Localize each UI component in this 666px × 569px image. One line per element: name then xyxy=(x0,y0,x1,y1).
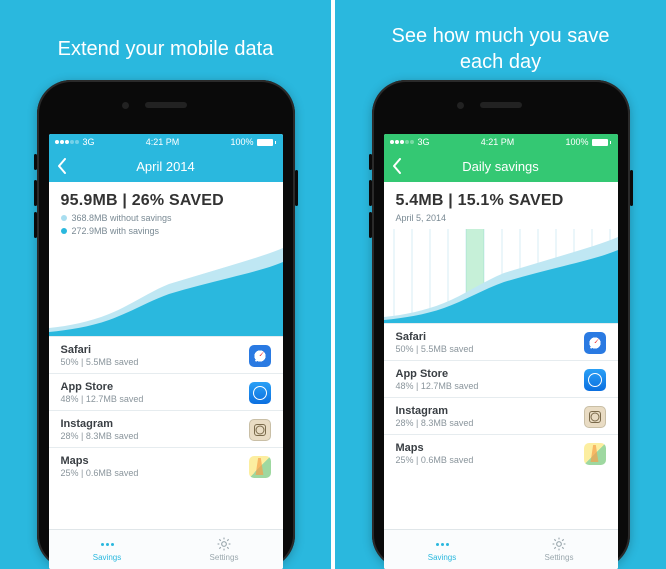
stats-block: 5.4MB | 15.1% SAVED April 5, 2014 xyxy=(384,182,618,229)
gear-icon xyxy=(550,537,568,551)
carrier-label: 3G xyxy=(83,137,95,147)
phone-frame: 3G 4:21 PM 100% Daily savings 5.4MB | 15… xyxy=(372,80,630,569)
appstore-icon xyxy=(249,382,271,404)
app-name: App Store xyxy=(396,368,479,380)
phone-screen: 3G 4:21 PM 100% April 2014 95.9MB | 26% … xyxy=(49,134,283,569)
stats-block: 95.9MB | 26% SAVED 368.8MB without savin… xyxy=(49,182,283,242)
app-name: Maps xyxy=(396,442,474,454)
app-name: Safari xyxy=(61,344,139,356)
signal-dots-icon xyxy=(55,140,79,144)
tab-settings[interactable]: Settings xyxy=(501,530,618,569)
savings-icon xyxy=(98,537,116,551)
signal-dots-icon xyxy=(390,140,414,144)
legend-with: 272.9MB with savings xyxy=(61,226,271,236)
phone-screen: 3G 4:21 PM 100% Daily savings 5.4MB | 15… xyxy=(384,134,618,569)
app-row[interactable]: Maps25% | 0.6MB saved xyxy=(49,447,283,484)
app-sub: 28% | 8.3MB saved xyxy=(61,431,139,441)
daily-chart[interactable] xyxy=(384,229,618,323)
phone-frame: 3G 4:21 PM 100% April 2014 95.9MB | 26% … xyxy=(37,80,295,569)
app-name: Instagram xyxy=(61,418,139,430)
battery-pct: 100% xyxy=(230,137,253,147)
app-sub: 48% | 12.7MB saved xyxy=(61,394,144,404)
date-label: April 5, 2014 xyxy=(396,213,606,223)
promo-panel-left: Extend your mobile data 3G 4:21 PM 100% xyxy=(0,0,331,569)
tab-bar: Savings Settings xyxy=(384,529,618,569)
app-name: Maps xyxy=(61,455,139,467)
carrier-label: 3G xyxy=(418,137,430,147)
app-sub: 28% | 8.3MB saved xyxy=(396,418,474,428)
tab-bar: Savings Settings xyxy=(49,529,283,569)
app-sub: 48% | 12.7MB saved xyxy=(396,381,479,391)
app-name: Safari xyxy=(396,331,474,343)
app-row[interactable]: Instagram28% | 8.3MB saved xyxy=(384,397,618,434)
safari-icon xyxy=(584,332,606,354)
app-name: Instagram xyxy=(396,405,474,417)
safari-icon xyxy=(249,345,271,367)
promo-title: See how much you save each day xyxy=(392,22,610,76)
headline: 5.4MB | 15.1% SAVED xyxy=(396,192,606,210)
instagram-icon xyxy=(249,419,271,441)
app-row[interactable]: Safari50% | 5.5MB saved xyxy=(49,336,283,373)
screen-header: Daily savings xyxy=(384,150,618,182)
app-row[interactable]: App Store48% | 12.7MB saved xyxy=(49,373,283,410)
tab-savings[interactable]: Savings xyxy=(49,530,166,569)
headline: 95.9MB | 26% SAVED xyxy=(61,192,271,210)
app-sub: 25% | 0.6MB saved xyxy=(396,455,474,465)
app-row[interactable]: Instagram28% | 8.3MB saved xyxy=(49,410,283,447)
clock: 4:21 PM xyxy=(481,137,515,147)
legend-dot-dark-icon xyxy=(61,228,67,234)
maps-icon xyxy=(249,456,271,478)
battery-icon xyxy=(257,139,276,146)
screen-header: April 2014 xyxy=(49,150,283,182)
clock: 4:21 PM xyxy=(146,137,180,147)
instagram-icon xyxy=(584,406,606,428)
app-sub: 50% | 5.5MB saved xyxy=(396,344,474,354)
header-title: April 2014 xyxy=(136,159,195,174)
tab-savings[interactable]: Savings xyxy=(384,530,501,569)
legend-without: 368.8MB without savings xyxy=(61,213,271,223)
back-button[interactable] xyxy=(57,158,67,174)
promo-panel-right: See how much you save each day 3G 4:21 P… xyxy=(331,0,666,569)
tab-settings[interactable]: Settings xyxy=(166,530,283,569)
app-row[interactable]: Safari50% | 5.5MB saved xyxy=(384,323,618,360)
status-bar: 3G 4:21 PM 100% xyxy=(49,134,283,150)
maps-icon xyxy=(584,443,606,465)
app-sub: 25% | 0.6MB saved xyxy=(61,468,139,478)
app-row[interactable]: App Store48% | 12.7MB saved xyxy=(384,360,618,397)
header-title: Daily savings xyxy=(462,159,539,174)
usage-chart xyxy=(49,242,283,336)
status-bar: 3G 4:21 PM 100% xyxy=(384,134,618,150)
app-row[interactable]: Maps25% | 0.6MB saved xyxy=(384,434,618,471)
app-sub: 50% | 5.5MB saved xyxy=(61,357,139,367)
savings-icon xyxy=(433,537,451,551)
gear-icon xyxy=(215,537,233,551)
battery-pct: 100% xyxy=(565,137,588,147)
legend-dot-light-icon xyxy=(61,215,67,221)
back-button[interactable] xyxy=(392,158,402,174)
app-name: App Store xyxy=(61,381,144,393)
promo-title: Extend your mobile data xyxy=(58,22,274,76)
battery-icon xyxy=(592,139,611,146)
appstore-icon xyxy=(584,369,606,391)
